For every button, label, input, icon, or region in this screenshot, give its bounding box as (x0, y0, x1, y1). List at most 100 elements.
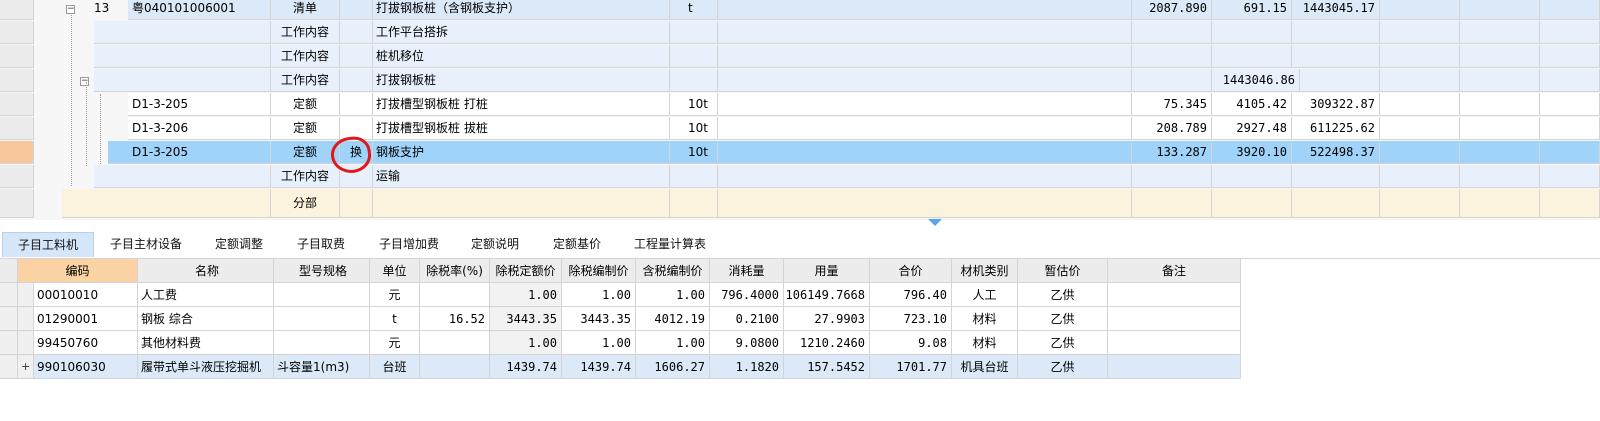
empty-cell[interactable] (1380, 141, 1460, 164)
item-code[interactable]: D1-3-205 (108, 141, 271, 164)
cell-tax-rate[interactable] (420, 283, 490, 307)
cell-sum[interactable]: 9.08 (870, 331, 952, 355)
table-row[interactable]: 工作内容 运输 (0, 165, 1600, 189)
empty-cell[interactable] (718, 0, 1132, 20)
item-unit-price[interactable]: 3920.10 (1212, 141, 1292, 164)
panel-splitter[interactable] (0, 220, 1600, 228)
cell-name[interactable]: 履带式单斗液压挖掘机 (138, 355, 274, 379)
empty-cell[interactable] (1300, 69, 1380, 92)
cell-compiled-price-in-tax[interactable]: 1.00 (636, 331, 710, 355)
tab-additional-fee[interactable]: 子目增加费 (366, 232, 452, 257)
item-unit[interactable]: 10t (670, 117, 718, 140)
cell-note[interactable] (1108, 307, 1241, 331)
item-quantity[interactable]: 2087.890 (1132, 0, 1212, 20)
row-header[interactable] (0, 189, 34, 218)
cell-amount[interactable]: 157.5452 (784, 355, 870, 379)
empty-cell[interactable] (1540, 141, 1600, 164)
empty-cell[interactable] (1540, 0, 1600, 20)
table-row[interactable]: 01290001 钢板 综合 t 16.52 3443.35 3443.35 4… (0, 307, 1241, 331)
table-row[interactable]: − 工作内容 打拔钢板桩 1443046.86 (0, 69, 1600, 93)
item-name[interactable]: 运输 (373, 165, 670, 188)
cell-code[interactable]: 99450760 (34, 331, 138, 355)
item-total[interactable] (1292, 189, 1380, 218)
header-code[interactable]: 编码 (18, 259, 138, 283)
cell-category[interactable]: 人工 (952, 283, 1018, 307)
item-type[interactable]: 工作内容 (271, 21, 340, 44)
item-unit-price[interactable]: 691.15 (1212, 0, 1292, 20)
item-quantity[interactable] (1132, 189, 1212, 218)
cell-sum[interactable]: 1701.77 (870, 355, 952, 379)
tab-main-material-equipment[interactable]: 子目主材设备 (100, 232, 192, 257)
cell-tax-rate[interactable] (420, 331, 490, 355)
item-unit-price[interactable] (1212, 165, 1292, 188)
row-header[interactable] (0, 117, 34, 140)
empty-cell[interactable] (718, 141, 1132, 164)
tab-quota-adjustment[interactable]: 定额调整 (200, 232, 278, 257)
item-code[interactable] (94, 45, 271, 68)
empty-cell[interactable] (1380, 189, 1460, 218)
item-unit-price[interactable]: 4105.42 (1212, 93, 1292, 116)
cell-price-ex-tax[interactable]: 1439.74 (490, 355, 562, 379)
item-unit[interactable] (670, 21, 718, 44)
item-type[interactable]: 工作内容 (271, 165, 340, 188)
item-unit[interactable]: 10t (670, 93, 718, 116)
item-quantity[interactable] (1132, 69, 1212, 92)
cell-spec[interactable]: 斗容量1(m3) (274, 355, 370, 379)
item-type[interactable]: 清单 (271, 0, 340, 20)
empty-cell[interactable] (1380, 45, 1460, 68)
header-tax-rate[interactable]: 除税率(%) (420, 259, 490, 283)
item-quantity[interactable]: 208.789 (1132, 117, 1212, 140)
empty-cell[interactable] (1460, 93, 1540, 116)
cell-amount[interactable]: 106149.7668 (784, 283, 870, 307)
cell-note[interactable] (1108, 283, 1241, 307)
collapse-icon[interactable]: − (80, 77, 89, 86)
tab-quota-description[interactable]: 定额说明 (458, 232, 532, 257)
empty-cell[interactable] (718, 93, 1132, 116)
cell-category[interactable]: 材料 (952, 307, 1018, 331)
row-header[interactable] (0, 141, 34, 164)
table-row[interactable]: 工作内容 桩机移位 (0, 45, 1600, 69)
cell-category[interactable]: 机具台班 (952, 355, 1018, 379)
empty-cell[interactable] (1380, 21, 1460, 44)
item-total[interactable]: 611225.62 (1292, 117, 1380, 140)
empty-cell[interactable] (1460, 69, 1540, 92)
item-unit-price[interactable] (1212, 45, 1292, 68)
cell-compiled-price-in-tax[interactable]: 1606.27 (636, 355, 710, 379)
item-code[interactable]: D1-3-206 (128, 117, 271, 140)
empty-cell[interactable] (1460, 0, 1540, 20)
row-header[interactable] (0, 331, 18, 355)
item-name[interactable] (373, 189, 670, 218)
empty-cell[interactable] (1540, 165, 1600, 188)
empty-cell[interactable] (718, 165, 1132, 188)
item-unit-price[interactable] (1212, 189, 1292, 218)
table-row[interactable]: 工作内容 工作平台搭拆 (0, 21, 1600, 45)
cell-tax-rate[interactable]: 16.52 (420, 307, 490, 331)
row-header[interactable] (0, 21, 34, 44)
item-type[interactable]: 工作内容 (271, 69, 340, 92)
cell-sum[interactable]: 723.10 (870, 307, 952, 331)
cell-consumption[interactable]: 1.1820 (710, 355, 784, 379)
cell-estimate[interactable]: 乙供 (1018, 283, 1108, 307)
cell-unit[interactable]: 元 (370, 331, 420, 355)
item-quantity[interactable] (1132, 21, 1212, 44)
item-total[interactable]: 1443046.86 (1212, 69, 1300, 92)
cell-compiled-price-ex-tax[interactable]: 3443.35 (562, 307, 636, 331)
item-flag[interactable] (340, 93, 373, 116)
expand-icon[interactable]: + (21, 361, 30, 372)
item-flag[interactable] (340, 45, 373, 68)
row-header[interactable] (0, 93, 34, 116)
empty-cell[interactable] (1460, 45, 1540, 68)
empty-cell[interactable] (718, 189, 1132, 218)
empty-cell[interactable] (718, 21, 1132, 44)
empty-cell[interactable] (1460, 165, 1540, 188)
cell-code[interactable]: 990106030 (34, 355, 138, 379)
cell-compiled-price-in-tax[interactable]: 1.00 (636, 283, 710, 307)
item-code[interactable] (62, 189, 271, 218)
row-header[interactable] (0, 69, 34, 92)
item-code[interactable] (94, 165, 271, 188)
cell-spec[interactable] (274, 331, 370, 355)
item-flag[interactable] (340, 21, 373, 44)
row-indent[interactable]: + (18, 355, 34, 379)
row-header[interactable] (0, 307, 18, 331)
cell-spec[interactable] (274, 307, 370, 331)
